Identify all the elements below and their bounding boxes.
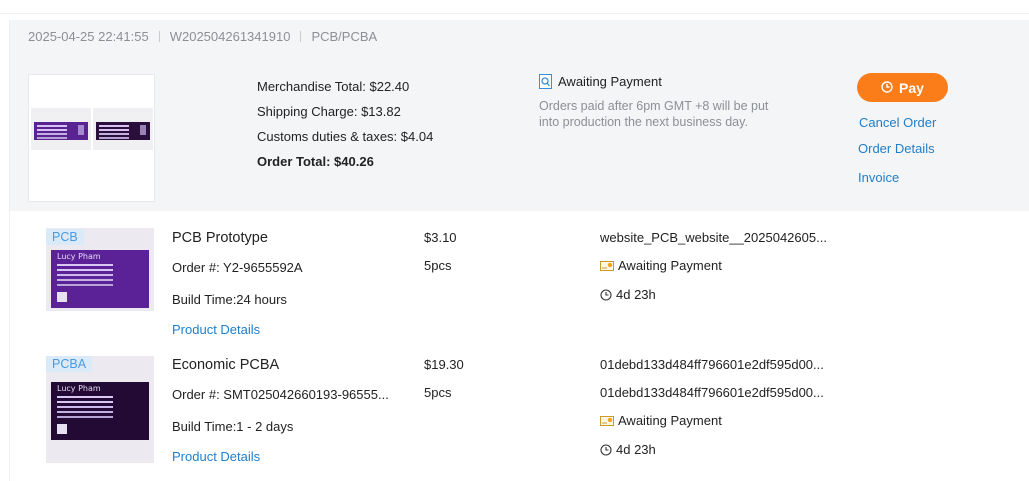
item-order-number: Order #: Y2-9655592A xyxy=(172,260,303,275)
order-datetime: 2025-04-25 22:41:55 xyxy=(28,29,149,44)
payment-card-icon xyxy=(600,260,614,271)
item-quantity: 5pcs xyxy=(424,258,452,273)
time-remaining: 4d 23h xyxy=(600,442,656,457)
order-details-link[interactable]: Order Details xyxy=(858,141,935,156)
product-details-link[interactable]: Product Details xyxy=(172,322,260,337)
pay-button[interactable]: Pay xyxy=(857,73,948,102)
product-name: Economic PCBA xyxy=(172,357,280,373)
list-item: Lucy Pham PCB PCB Prototype Order #: Y2-… xyxy=(10,211,1029,346)
meta-separator xyxy=(158,31,160,42)
cancel-order-link[interactable]: Cancel Order xyxy=(859,115,936,130)
shipping-charge: Shipping Charge: $13.82 xyxy=(257,104,401,119)
item-order-number: Order #: SMT025042660193-96555... xyxy=(172,387,389,402)
pcb-thumbnail-icon xyxy=(31,108,91,150)
order-status: Awaiting Payment Orders paid after 6pm G… xyxy=(539,74,799,130)
product-type-badge: PCBA xyxy=(46,356,93,372)
order-thumbnail[interactable] xyxy=(28,74,155,202)
clock-icon xyxy=(600,443,612,456)
item-price: $3.10 xyxy=(424,230,457,245)
order-type: PCB/PCBA xyxy=(311,29,378,44)
item-status: Awaiting Payment xyxy=(600,413,722,428)
payment-search-icon xyxy=(539,74,552,89)
order-meta: 2025-04-25 22:41:55 W202504261341910 PCB… xyxy=(28,29,377,44)
item-price: $19.30 xyxy=(424,357,464,372)
product-image[interactable]: Lucy Pham xyxy=(46,356,154,463)
order-total: Order Total: $40.26 xyxy=(257,154,374,169)
status-note: Orders paid after 6pm GMT +8 will be put… xyxy=(539,99,769,129)
build-time: Build Time:24 hours xyxy=(172,292,287,307)
pcba-thumbnail-icon xyxy=(93,108,153,150)
item-status: Awaiting Payment xyxy=(600,258,722,273)
invoice-link[interactable]: Invoice xyxy=(858,170,899,185)
file-name: 01debd133d484ff796601e2df595d00... xyxy=(600,357,824,372)
payment-card-icon xyxy=(600,415,614,426)
order-totals: Merchandise Total: $22.40 Shipping Charg… xyxy=(257,74,433,174)
file-name-secondary: 01debd133d484ff796601e2df595d00... xyxy=(600,385,824,400)
order-header: 2025-04-25 22:41:55 W202504261341910 PCB… xyxy=(10,20,1029,211)
order-number: W202504261341910 xyxy=(169,29,291,44)
list-item: Lucy Pham PCBA Economic PCBA Order #: SM… xyxy=(10,346,1029,481)
top-divider xyxy=(0,0,1029,14)
merchandise-total: Merchandise Total: $22.40 xyxy=(257,79,410,94)
clock-icon xyxy=(600,288,612,301)
customs-duties: Customs duties & taxes: $4.04 xyxy=(257,129,434,144)
item-quantity: 5pcs xyxy=(424,385,452,400)
clock-icon xyxy=(881,80,893,96)
product-type-badge: PCB xyxy=(46,229,84,245)
file-name: website_PCB_website__2025042605... xyxy=(600,230,827,245)
pay-label: Pay xyxy=(899,79,924,96)
build-time: Build Time:1 - 2 days xyxy=(172,419,294,434)
order-status-text: Awaiting Payment xyxy=(558,74,662,89)
product-details-link[interactable]: Product Details xyxy=(172,449,260,464)
product-name: PCB Prototype xyxy=(172,230,268,246)
time-remaining: 4d 23h xyxy=(600,287,656,302)
meta-separator xyxy=(300,31,302,42)
order-card: 2025-04-25 22:41:55 W202504261341910 PCB… xyxy=(9,20,1029,481)
